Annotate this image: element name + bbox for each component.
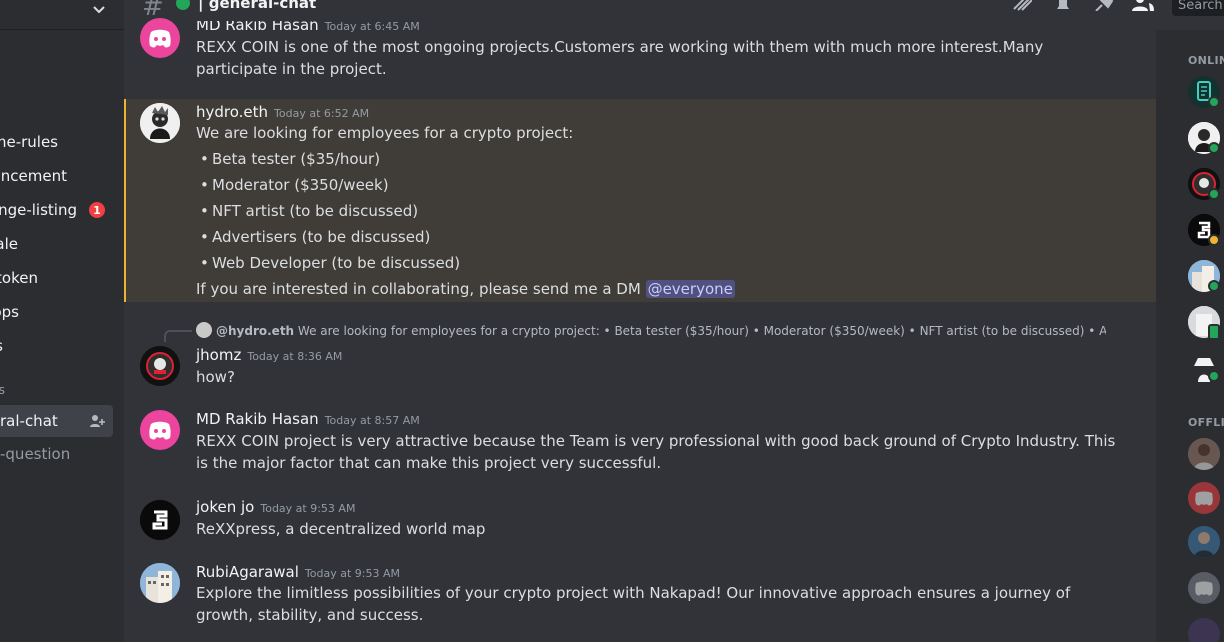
reply-preview[interactable]: @hydro.eth We are looking for employees … [196,322,1106,338]
search-placeholder: Search [1178,0,1223,13]
channel-item-announcement[interactable]: uncement [0,160,116,192]
user-avatar[interactable] [140,500,180,540]
message-timestamp: Today at 9:53 AM [304,567,400,580]
user-avatar[interactable] [140,346,180,386]
threads-icon[interactable] [1012,0,1033,14]
list-item: Beta tester ($35/hour) [196,148,460,174]
online-status-icon [1208,188,1220,200]
channel-header: # | general-chat Search [124,0,1224,22]
message-timestamp: Today at 8:36 AM [247,350,343,363]
channel-item-general-chat[interactable]: ral-chat [0,405,113,437]
channel-label: token [0,269,38,287]
message-intro: We are looking for employees for a crypt… [196,124,574,142]
channel-item-exchange-listing[interactable]: ange-listing 1 [0,194,116,226]
message-timestamp: Today at 8:57 AM [324,414,420,427]
message-item[interactable]: MD Rakib Hasan Today at 8:57 AM REXX COIN… [124,406,1156,478]
channel-item-airdrops[interactable]: ops [0,296,116,328]
channel-label: uncement [0,167,67,185]
discord-default-avatar-icon[interactable] [140,410,180,450]
channel-item-question[interactable]: -question [0,438,116,470]
discord-app: ome-rules uncement ange-listing 1 ale to… [0,0,1224,642]
channel-label: s [0,337,3,355]
message-list[interactable]: MD Rakib Hasan Today at 6:45 AM REXX COIN… [124,18,1156,642]
message-outro: If you are interested in collaborating, … [196,280,735,298]
channel-label: ale [0,235,18,253]
member-list: ONLIN OFFLII [1156,30,1224,642]
channel-item-welcome-rules[interactable]: ome-rules [0,126,116,158]
member-avatar[interactable] [1188,618,1220,642]
channel-label: ops [0,303,19,321]
message-timestamp: Today at 9:53 AM [260,502,356,515]
channel-label: ange-listing [0,201,77,219]
channel-item-sale[interactable]: ale [0,228,116,260]
user-avatar[interactable] [140,103,180,143]
member-avatar[interactable] [1188,438,1220,470]
discord-default-avatar-icon[interactable] [1188,482,1220,514]
list-item: NFT artist (to be discussed) [196,200,460,226]
member-list-icon[interactable] [1132,0,1154,14]
everyone-mention[interactable]: @everyone [645,280,735,298]
server-header[interactable] [0,0,124,30]
online-status-icon [1208,142,1220,154]
message-item[interactable]: joken jo Today at 9:53 AM ReXXpress, a de… [124,496,1156,546]
online-group-label: ONLIN [1188,54,1224,67]
online-status-icon [1208,370,1220,382]
message-bullet-list: Beta tester ($35/hour) Moderator ($350/w… [196,148,460,278]
message-author[interactable]: MD Rakib Hasan Today at 8:57 AM [196,410,420,428]
channel-item-links[interactable]: s [0,330,116,362]
message-content: how? [196,368,235,386]
reply-connector [164,330,192,342]
mobile-status-icon [1208,324,1220,340]
message-content: REXX COIN project is very attractive bec… [196,432,1116,472]
search-input[interactable]: Search [1172,0,1224,16]
channel-label: ome-rules [0,133,58,151]
pin-icon[interactable] [1094,0,1114,14]
add-member-icon[interactable] [89,413,105,429]
message-author[interactable]: hydro.eth Today at 6:52 AM [196,103,369,121]
discord-default-avatar-icon[interactable] [1188,572,1220,604]
channel-label: -question [0,445,71,463]
message-content: REXX COIN is one of the most ongoing pro… [196,38,1044,78]
unread-badge: 1 [89,202,105,218]
message-item-mention[interactable]: hydro.eth Today at 6:52 AM We are looking… [124,99,1156,302]
message-author[interactable]: MD Rakib Hasan Today at 6:45 AM [196,20,420,34]
category-header[interactable]: s [0,374,116,406]
message-author[interactable]: RubiAgarawal Today at 9:53 AM [196,563,400,581]
message-item[interactable]: MD Rakib Hasan Today at 6:45 AM REXX COIN… [124,18,1156,82]
green-circle-icon [176,0,190,10]
message-timestamp: Today at 6:52 AM [274,107,370,120]
category-label: s [0,383,5,397]
list-item: Moderator ($350/week) [196,174,460,200]
message-item-reply[interactable]: @hydro.eth We are looking for employees … [124,320,1156,390]
channel-item-token[interactable]: token [0,262,116,294]
user-avatar[interactable] [140,563,180,603]
message-content: ReXXpress, a decentralized world map [196,520,486,538]
member-avatar[interactable] [1188,526,1220,558]
message-author[interactable]: jhomz Today at 8:36 AM [196,346,342,364]
channel-sidebar: ome-rules uncement ange-listing 1 ale to… [0,0,124,642]
online-status-icon [1208,96,1220,108]
message-timestamp: Today at 6:45 AM [324,20,420,33]
list-item: Web Developer (to be discussed) [196,252,460,278]
channel-title: | general-chat [198,0,317,12]
bell-icon[interactable] [1054,0,1074,14]
idle-status-icon [1208,234,1220,246]
online-status-icon [1208,280,1220,292]
message-content: Explore the limitless possibilities of y… [196,584,1071,624]
channel-label: ral-chat [0,412,58,430]
message-item[interactable]: RubiAgarawal Today at 9:53 AM Explore the… [124,561,1156,642]
offline-group-label: OFFLII [1188,416,1224,429]
reply-avatar [196,322,212,338]
chevron-down-icon[interactable] [92,0,106,19]
message-author[interactable]: joken jo Today at 9:53 AM [196,498,355,516]
reply-author: @hydro.eth [216,324,295,338]
list-item: Advertisers (to be discussed) [196,226,460,252]
reply-text: We are looking for employees for a crypt… [297,324,1106,338]
discord-default-avatar-icon[interactable] [140,18,180,58]
